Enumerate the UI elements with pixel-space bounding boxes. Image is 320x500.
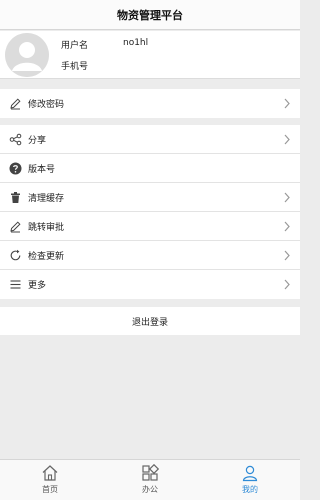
- menu-item-check-update[interactable]: 检查更新: [0, 241, 300, 270]
- help-icon: [9, 162, 22, 175]
- menu-item-version[interactable]: 版本号: [0, 154, 300, 183]
- menu-item-clear-cache[interactable]: 清理缓存: [0, 183, 300, 212]
- settings-group-top: 修改密码: [0, 89, 300, 118]
- menu-item-label: 修改密码: [28, 100, 65, 110]
- logout-button[interactable]: 退出登录: [0, 307, 300, 335]
- avatar-placeholder-icon: [5, 33, 49, 77]
- chevron-right-icon: [284, 250, 290, 261]
- chevron-right-icon: [284, 98, 290, 109]
- menu-item-label: 更多: [28, 281, 47, 291]
- chevron-right-icon: [284, 279, 290, 290]
- chevron-right-icon: [284, 192, 290, 203]
- menu-item-label: 检查更新: [28, 251, 65, 262]
- menu-item-label: 跳转审批: [28, 222, 65, 233]
- tab-label: 首页: [42, 485, 58, 494]
- home-icon: [42, 465, 58, 481]
- username-value: no1hl: [123, 38, 149, 48]
- settings-group-main: 分享 版本号 清理缓存 跳转审批 检查更新 更多: [0, 125, 300, 299]
- tab-home[interactable]: 首页: [0, 460, 100, 500]
- pencil-icon: [10, 98, 21, 110]
- menu-item-label: 清理缓存: [28, 193, 65, 204]
- menu-item-more[interactable]: 更多: [0, 270, 300, 299]
- phone-label: 手机号: [61, 62, 89, 72]
- trash-icon: [11, 192, 20, 203]
- pencil-icon: [10, 221, 21, 233]
- logout-label: 退出登录: [131, 317, 168, 328]
- menu-item-jump-approval[interactable]: 跳转审批: [0, 212, 300, 241]
- refresh-icon: [10, 249, 21, 261]
- bottom-tab-bar: 首页 办公 我的: [0, 459, 300, 500]
- user-icon: [242, 465, 258, 482]
- chevron-right-icon: [284, 221, 290, 232]
- menu-icon: [10, 280, 21, 289]
- tab-office[interactable]: 办公: [100, 460, 200, 500]
- profile-card[interactable]: 用户名 no1hl 手机号: [0, 31, 300, 79]
- menu-item-label: 版本号: [28, 164, 56, 175]
- page-title: 物资管理平台: [117, 8, 183, 22]
- tab-label: 我的: [242, 485, 258, 494]
- tab-label: 办公: [142, 485, 158, 494]
- menu-item-share[interactable]: 分享: [0, 125, 300, 154]
- username-label: 用户名: [61, 41, 89, 51]
- menu-item-label: 分享: [28, 135, 47, 146]
- menu-item-change-password[interactable]: 修改密码: [0, 89, 300, 118]
- chevron-right-icon: [284, 134, 290, 145]
- top-header: 物资管理平台: [0, 0, 300, 30]
- avatar[interactable]: [5, 33, 49, 77]
- share-icon: [9, 133, 22, 146]
- tab-mine[interactable]: 我的: [200, 460, 300, 500]
- grid-icon: [142, 464, 159, 481]
